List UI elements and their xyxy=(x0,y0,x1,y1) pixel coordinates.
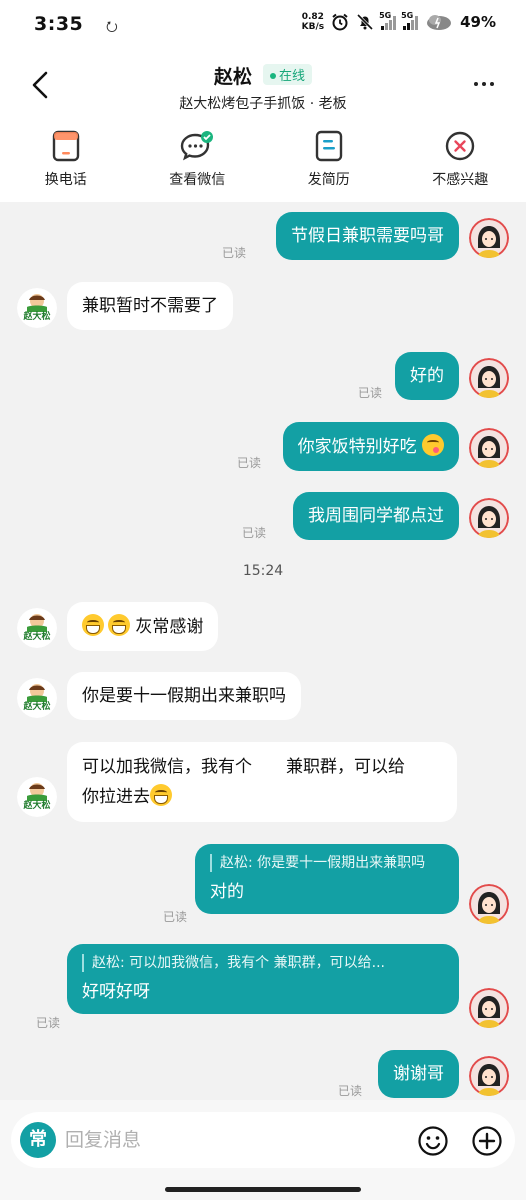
sync-icon: ⭮ xyxy=(106,19,118,35)
message-bubble-me[interactable]: 你家饭特别好吃 xyxy=(282,422,459,471)
message-text: 你是要十一假期出来兼职吗 xyxy=(82,686,286,706)
input-bar: 常 xyxy=(0,1100,526,1200)
chat-timestamp: 15:24 xyxy=(242,563,284,579)
action-label: 不感兴趣 xyxy=(432,172,489,188)
read-receipt: 已读 xyxy=(242,526,267,540)
read-receipt: 已读 xyxy=(36,1016,61,1030)
yum-emoji-icon xyxy=(422,434,444,456)
my-avatar[interactable] xyxy=(469,1056,509,1096)
online-label: 在线 xyxy=(279,69,306,84)
read-receipt: 已读 xyxy=(163,910,188,924)
boss-avatar[interactable]: 赵大松 xyxy=(17,608,57,648)
chat-header: 赵松 在线 赵大松烤包子手抓饭 · 老板 xyxy=(0,52,526,116)
signal-1-icon: 5G xyxy=(379,11,397,30)
view-wechat-button[interactable]: 查看微信 xyxy=(132,116,264,202)
online-status-badge: 在线 xyxy=(263,64,313,85)
message-text: 对的 xyxy=(210,882,244,902)
weather-battery-icon xyxy=(427,15,452,30)
alarm-icon xyxy=(332,13,348,31)
read-receipt: 已读 xyxy=(222,246,247,260)
wechat-icon xyxy=(181,131,214,161)
message-bubble-them[interactable]: 你是要十一假期出来兼职吗 xyxy=(67,672,301,720)
read-receipt: 已读 xyxy=(358,386,383,400)
boss-avatar-logo-text: 赵大松 xyxy=(22,700,50,712)
message-text: 可以加我微信，我有个 xyxy=(82,757,252,777)
not-interested-button[interactable]: 不感兴趣 xyxy=(395,116,526,202)
net-speed: 0.82 KB/s xyxy=(302,12,324,32)
title-block: 赵松 在线 赵大松烤包子手抓饭 · 老板 xyxy=(0,62,526,113)
quoted-message: 赵松: 你是要十一假期出来兼职吗 xyxy=(210,854,444,872)
signal-2-label: 5G xyxy=(401,11,414,20)
net-speed-value: 0.82 xyxy=(301,12,324,22)
my-avatar[interactable] xyxy=(469,218,509,258)
home-indicator[interactable] xyxy=(165,1187,361,1192)
message-bubble-me[interactable]: 谢谢哥 xyxy=(378,1050,459,1098)
message-text: 灰常感谢 xyxy=(135,617,204,637)
status-time: 3:35 xyxy=(34,13,84,35)
battery-percent: 49% xyxy=(460,13,496,31)
chat-area[interactable]: 节假日兼职需要吗哥 已读 赵大松 兼职暂时不需要了 好的 已读 你家饭特别好吃 … xyxy=(0,202,526,1100)
status-bar: 3:35 ⭮ 0.82 KB/s 5G 5G 49% xyxy=(0,0,526,52)
message-bubble-them[interactable]: 可以加我微信，我有个 兼职群，可以给 你拉进去 xyxy=(67,742,457,822)
message-bubble-them[interactable]: 灰常感谢 xyxy=(67,602,219,651)
resume-icon xyxy=(315,130,342,162)
grin-emoji-icon xyxy=(108,614,130,636)
my-avatar[interactable] xyxy=(469,988,509,1028)
boss-avatar-logo-text: 赵大松 xyxy=(22,310,50,322)
swap-phone-button[interactable]: 换电话 xyxy=(0,116,132,202)
phone-card-icon xyxy=(52,130,79,162)
boss-avatar[interactable]: 赵大松 xyxy=(17,288,57,328)
message-text: 兼职暂时不需要了 xyxy=(82,296,218,316)
grin-emoji-icon xyxy=(82,614,104,636)
quick-reply-button[interactable]: 常 xyxy=(20,1122,56,1158)
read-receipt: 已读 xyxy=(338,1084,363,1098)
read-receipt: 已读 xyxy=(237,456,262,470)
reply-input[interactable] xyxy=(65,1124,395,1156)
boss-avatar[interactable]: 赵大松 xyxy=(17,777,57,817)
net-speed-unit: KB/s xyxy=(301,22,325,32)
my-avatar[interactable] xyxy=(469,358,509,398)
message-text: 节假日兼职需要吗哥 xyxy=(291,226,444,246)
quoted-message: 赵松: 可以加我微信，我有个 兼职群，可以给... xyxy=(82,954,444,972)
signal-1-label: 5G xyxy=(379,11,392,20)
message-bubble-me[interactable]: 我周围同学都点过 xyxy=(293,492,459,540)
message-text: 我周围同学都点过 xyxy=(308,506,444,526)
action-label: 发简历 xyxy=(307,172,350,188)
more-options-icon[interactable] xyxy=(474,82,494,86)
mute-icon xyxy=(357,13,374,31)
plus-icon[interactable] xyxy=(471,1125,503,1157)
my-avatar[interactable] xyxy=(469,884,509,924)
boss-avatar-logo-text: 赵大松 xyxy=(22,799,50,811)
message-text: 好呀好呀 xyxy=(82,982,150,1002)
message-text: 你家饭特别好吃 xyxy=(297,437,417,457)
message-text: 兼职群，可以给 xyxy=(286,757,405,777)
message-bubble-me-with-quote[interactable]: 赵松: 可以加我微信，我有个 兼职群，可以给... 好呀好呀 xyxy=(67,944,459,1014)
grin-emoji-icon xyxy=(150,784,172,806)
action-label: 换电话 xyxy=(44,172,87,188)
company-role: 赵大松烤包子手抓饭 · 老板 xyxy=(179,96,347,112)
message-text: 谢谢哥 xyxy=(393,1064,444,1084)
boss-avatar[interactable]: 赵大松 xyxy=(17,678,57,718)
my-avatar[interactable] xyxy=(469,428,509,468)
action-label: 查看微信 xyxy=(169,172,226,188)
status-indicators: 0.82 KB/s 5G 5G 49% xyxy=(302,11,496,32)
boss-avatar-logo-text: 赵大松 xyxy=(22,630,50,642)
emoji-icon[interactable] xyxy=(417,1125,449,1157)
message-text: 好的 xyxy=(410,366,444,386)
my-avatar[interactable] xyxy=(469,498,509,538)
action-bar: 换电话 查看微信 发简历 不感兴趣 xyxy=(0,116,526,202)
online-dot-icon xyxy=(270,73,277,79)
message-bubble-me[interactable]: 好的 xyxy=(395,352,459,400)
send-resume-button[interactable]: 发简历 xyxy=(263,116,395,202)
contact-name: 赵松 xyxy=(213,66,252,88)
message-bubble-me[interactable]: 节假日兼职需要吗哥 xyxy=(276,212,459,260)
message-text: 你拉进去 xyxy=(82,787,150,807)
message-composer: 常 xyxy=(11,1112,515,1168)
message-bubble-me-with-quote[interactable]: 赵松: 你是要十一假期出来兼职吗 对的 xyxy=(195,844,459,914)
not-interested-icon xyxy=(446,131,475,161)
signal-2-icon: 5G xyxy=(401,11,419,30)
message-bubble-them[interactable]: 兼职暂时不需要了 xyxy=(67,282,233,330)
